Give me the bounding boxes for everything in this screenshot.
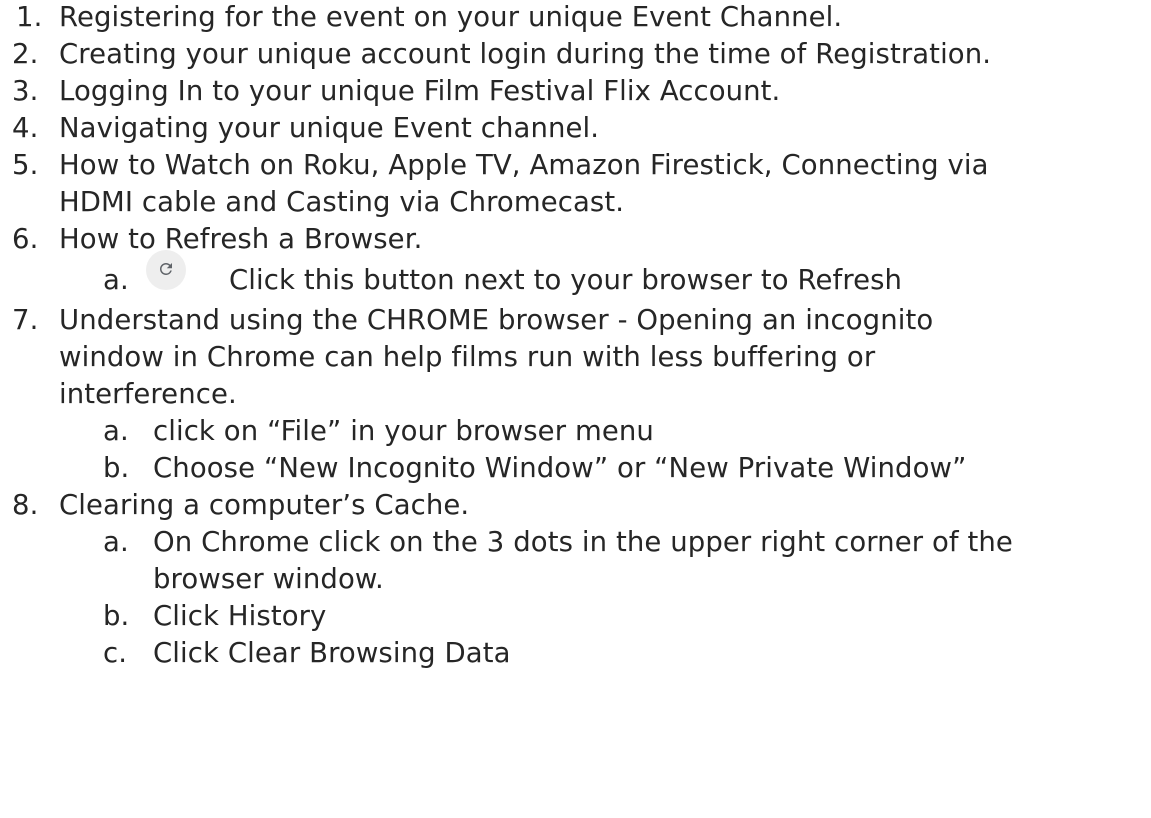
list-item-text: Creating your unique account login durin… [59,38,992,70]
list-item-text: Registering for the event on your unique… [59,1,843,33]
list-marker: 8. [12,489,39,521]
list-marker: 6. [12,223,39,255]
sub-list-marker: b. [103,600,130,632]
list-marker: 3. [12,75,39,107]
refresh-icon [146,250,186,290]
sub-item-text: Click History [153,600,327,632]
sub-list-marker: c. [103,637,128,669]
sub-item-text: browser window. [153,563,384,595]
list-item-text: Understand using the CHROME browser - Op… [59,304,934,336]
list-item-text: Logging In to your unique Film Festival … [59,75,781,107]
sub-list-marker: a. [103,526,129,558]
list-marker: 1. [16,1,43,33]
list-marker: 7. [12,304,39,336]
sub-list-marker: a. [103,415,129,447]
sub-item-text: Click Clear Browsing Data [153,637,511,669]
sub-item-text: On Chrome click on the 3 dots in the upp… [153,526,1013,558]
sub-item-text: click on “File” in your browser menu [153,415,654,447]
sub-item-text: Click this button next to your browser t… [229,264,903,296]
list-item-text: How to Watch on Roku, Apple TV, Amazon F… [59,149,989,181]
sub-list-marker: b. [103,452,130,484]
list-item-text: Navigating your unique Event channel. [59,112,600,144]
list-item-text: How to Refresh a Browser. [59,223,423,255]
list-marker: 4. [12,112,39,144]
list-marker: 2. [12,38,39,70]
sub-item-text: Choose “New Incognito Window” or “New Pr… [153,452,967,484]
list-item-text: window in Chrome can help films run with… [59,341,876,373]
list-item-text: interference. [59,378,237,410]
list-marker: 5. [12,149,39,181]
list-item-text: HDMI cable and Casting via Chromecast. [59,186,625,218]
sub-list-marker: a. [103,264,129,296]
list-item-text: Clearing a computer’s Cache. [59,489,470,521]
instruction-document: 1. Registering for the event on your uni… [0,0,1151,818]
